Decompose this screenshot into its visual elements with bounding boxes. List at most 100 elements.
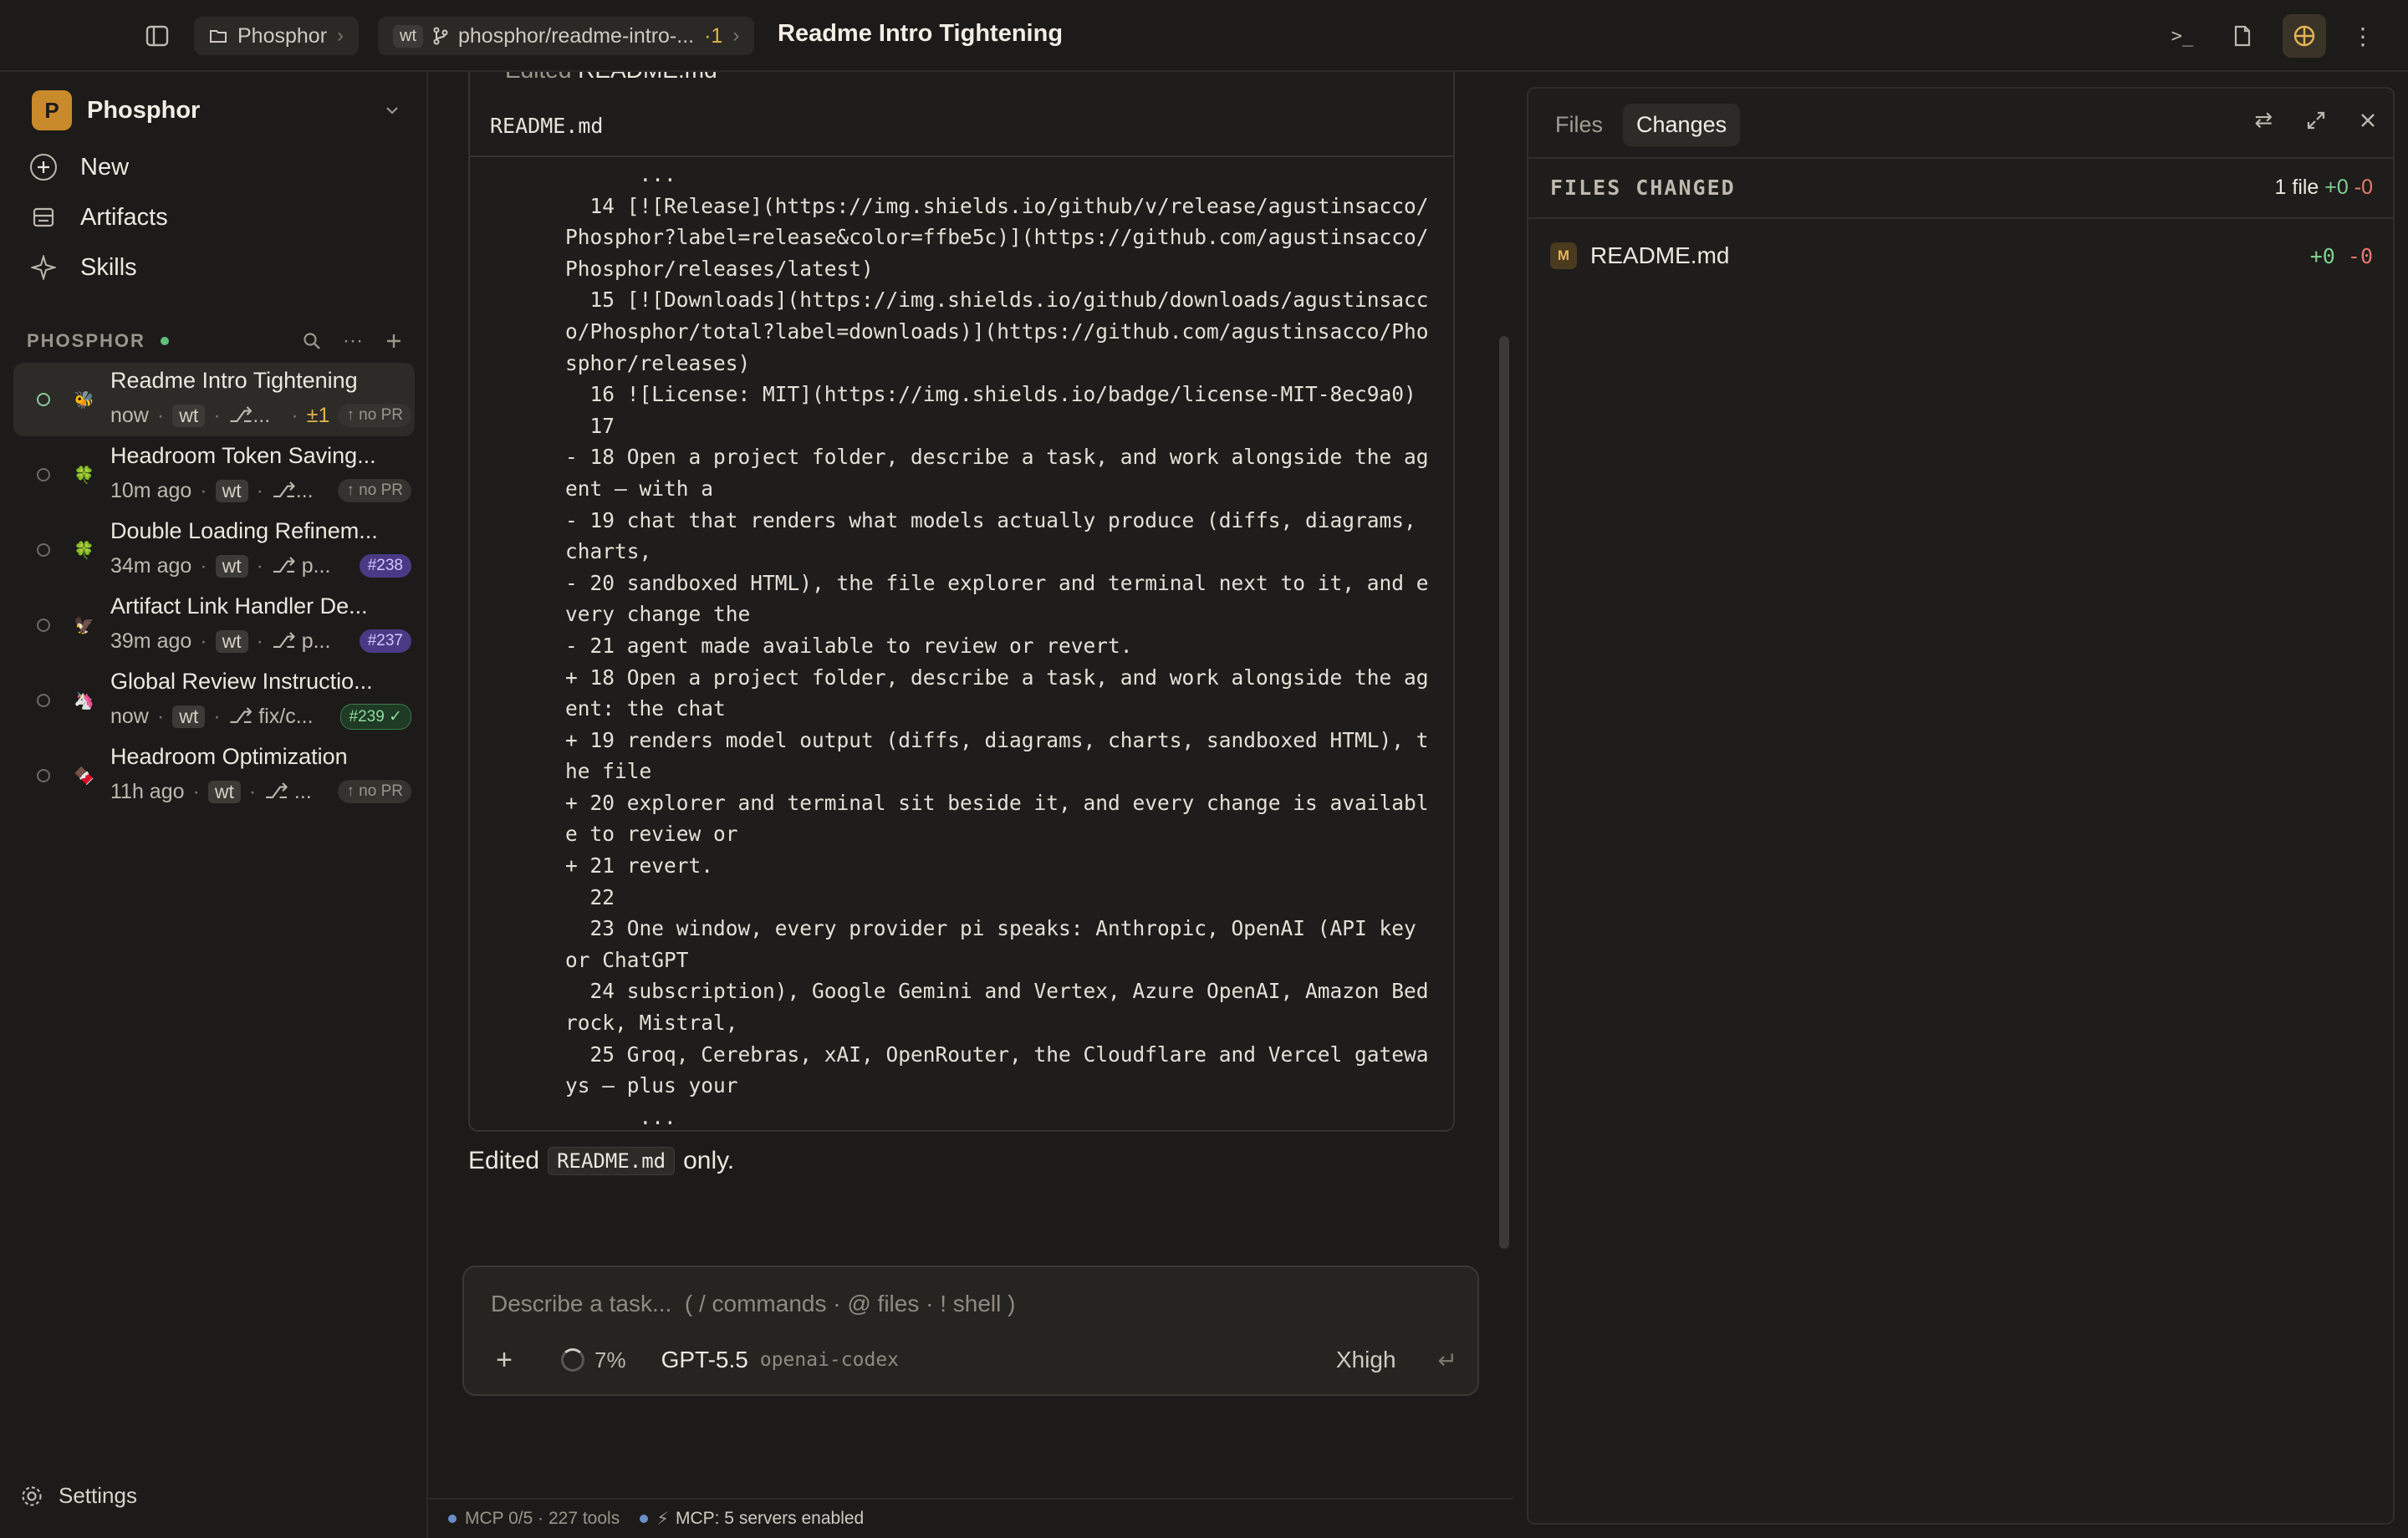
terminal-button[interactable]: >_ (2161, 14, 2204, 58)
changed-file-row[interactable]: M README.md +0 -0 (1550, 237, 2373, 274)
session-emoji-icon: 🦄 (74, 692, 94, 710)
files-changed-count: 1 file +0 -0 (2275, 176, 2373, 200)
more-icon[interactable]: ··· (343, 329, 363, 353)
swap-icon[interactable]: ⇄ (2254, 107, 2273, 133)
file-count-label: 1 file (2274, 176, 2319, 199)
card-peek-file: README.md (578, 72, 717, 83)
code-line: ent — with a (565, 476, 714, 501)
workspace-switcher[interactable]: P Phosphor (32, 87, 400, 134)
session-item[interactable]: 🍀 Headroom Token Saving... 10m ago · wt · ⎇...… (13, 438, 415, 512)
additions-count: +0 (2324, 176, 2349, 199)
diff-card: Edited README.md README.md ... 14 [![Rel… (468, 72, 1455, 1132)
card-peek-label: Edited (505, 72, 571, 83)
branch-breadcrumb[interactable]: wt phosphor/readme-intro-... ·1 › (378, 17, 755, 55)
pr-status-badge[interactable]: ↑ no PR (338, 479, 411, 502)
workspace-name: Phosphor (87, 96, 201, 124)
session-item[interactable]: 🦅 Artifact Link Handler De... 39m ago · wt · ⎇… (13, 588, 415, 662)
nav-artifacts-label: Artifacts (80, 203, 168, 231)
page-title: Readme Intro Tightening (778, 20, 1064, 47)
sidebar-toggle-icon (145, 25, 169, 47)
code-line: rock, Mistral, (565, 1011, 738, 1036)
session-time: 11h ago (110, 779, 185, 803)
task-input[interactable] (491, 1291, 1452, 1317)
separator: · (156, 704, 165, 728)
session-status-icon (37, 393, 50, 406)
code-line: 17 (565, 413, 615, 438)
mcp-tools-status[interactable]: MCP 0/5 · 227 tools (448, 1509, 620, 1529)
session-item[interactable]: 🦄 Global Review Instructio... now · wt · ⎇ fix… (13, 664, 415, 737)
code-line: he file (565, 759, 652, 784)
close-icon[interactable] (2360, 112, 2376, 129)
search-icon[interactable] (303, 332, 321, 350)
tab-files[interactable]: Files (1542, 104, 1616, 146)
code-line: e to review or (565, 822, 738, 847)
tab-changes[interactable]: Changes (1623, 103, 1741, 146)
separator: · (256, 478, 263, 502)
session-item[interactable]: 🍫 Headroom Optimization 11h ago · wt · ⎇ ... ↑ … (13, 739, 415, 812)
session-meta: 10m ago · wt · ⎇... ↑ no PR (110, 476, 411, 505)
settings-button[interactable]: Settings (20, 1483, 137, 1509)
file-deletions: -0 (2347, 243, 2373, 268)
changes-panel-button[interactable] (2283, 14, 2326, 58)
code-line: Phosphor?label=release&color=ffbe5c)](ht… (565, 225, 1429, 250)
nav-new[interactable]: New (27, 144, 129, 191)
files-changed-title: FILES CHANGED (1550, 176, 1736, 200)
model-selector[interactable]: GPT-5.5 (661, 1347, 748, 1373)
session-branch: ⎇ p... (271, 629, 331, 653)
diff-file-name: README.md (490, 113, 604, 138)
separator: · (256, 553, 263, 578)
pr-status-badge[interactable]: ↑ no PR (338, 404, 411, 427)
session-item[interactable]: 🍀 Double Loading Refinem... 34m ago · wt · ⎇ p… (13, 513, 415, 587)
chevron-right-icon: › (732, 24, 740, 47)
session-time: 10m ago (110, 478, 192, 502)
code-line: + 18 Open a project folder, describe a t… (565, 665, 1429, 690)
pr-status-badge[interactable]: #237 (359, 629, 411, 653)
session-meta: 11h ago · wt · ⎇ ... ↑ no PR (110, 777, 411, 806)
session-title: Readme Intro Tightening (110, 368, 358, 393)
section-title: PHOSPHOR (27, 330, 145, 351)
session-branch: ⎇... (271, 479, 314, 502)
file-button[interactable] (2221, 14, 2264, 58)
session-item[interactable]: 🐝 Readme Intro Tightening now · wt · ⎇... · ±1 ↑ … (13, 363, 415, 436)
code-line: 15 [![Downloads](https://img.shields.io/… (565, 288, 1429, 313)
vertical-dots-icon: ⋮ (2351, 23, 2375, 49)
attach-plus-icon[interactable]: + (487, 1344, 521, 1377)
separator: · (200, 553, 207, 578)
worktree-badge: wt (393, 24, 423, 48)
artifacts-icon (27, 201, 60, 234)
code-line: + 21 revert. (565, 853, 714, 878)
toggle-sidebar-button[interactable] (135, 14, 179, 58)
session-status-icon (37, 543, 50, 557)
code-line: very change the (565, 602, 751, 627)
session-branch: ⎇ fix/c... (228, 705, 314, 728)
session-emoji-icon: 🍀 (74, 466, 94, 485)
code-line: 25 Groq, Cerebras, xAI, OpenRouter, the … (565, 1041, 1429, 1067)
chevron-right-icon: › (337, 24, 344, 47)
workspace-avatar: P (32, 90, 72, 130)
nav-skills[interactable]: Skills (27, 244, 137, 291)
code-line: + 19 renders model output (diffs, diagra… (565, 727, 1429, 752)
mcp-servers-label: MCP: 5 servers enabled (675, 1509, 865, 1528)
session-emoji-icon: 🐝 (74, 391, 94, 410)
main-scrollbar[interactable] (1499, 336, 1509, 1249)
divider (1528, 157, 2393, 159)
pr-status-badge[interactable]: #238 (359, 554, 411, 578)
code-line: 22 (565, 884, 615, 909)
file-icon (2234, 25, 2251, 47)
separator: · (213, 704, 221, 728)
add-icon[interactable] (385, 332, 403, 350)
workspace-breadcrumb[interactable]: Phosphor › (194, 17, 360, 55)
expand-icon[interactable] (2306, 110, 2326, 130)
session-title: Headroom Optimization (110, 744, 348, 769)
more-menu-button[interactable]: ⋮ (2341, 14, 2385, 58)
pr-status-badge[interactable]: #239 ✓ (339, 703, 411, 730)
nav-artifacts[interactable]: Artifacts (27, 194, 168, 241)
send-icon[interactable]: ↵ (1438, 1347, 1457, 1374)
code-line: charts, (565, 539, 652, 564)
diff-card-header[interactable]: README.md (470, 95, 1453, 157)
code-line: ... (565, 1104, 676, 1129)
effort-selector[interactable]: Xhigh (1336, 1347, 1396, 1373)
separator: · (291, 403, 298, 427)
mcp-servers-status[interactable]: ⚡ MCP: 5 servers enabled (640, 1509, 864, 1530)
pr-status-badge[interactable]: ↑ no PR (338, 780, 411, 803)
